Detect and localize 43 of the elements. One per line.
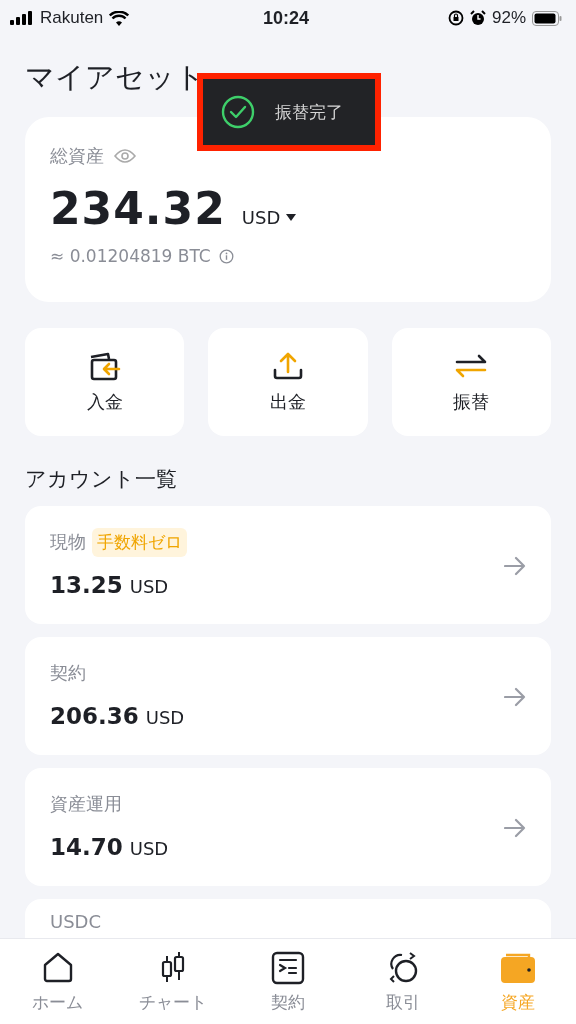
currency-label: USD xyxy=(145,707,185,728)
section-heading: アカウント一覧 xyxy=(25,466,178,493)
currency-label: USD xyxy=(129,576,169,597)
right-arrow-icon[interactable] xyxy=(504,556,526,576)
account-name: USDC xyxy=(50,910,102,932)
transfer-button[interactable]: 振替 xyxy=(391,328,551,436)
battery-percent: 92% xyxy=(492,8,526,28)
account-balance: 14.70 xyxy=(50,834,123,860)
currency-selector[interactable]: USD xyxy=(241,207,297,228)
wallet-icon xyxy=(501,951,536,985)
upload-icon xyxy=(271,350,305,382)
account-card[interactable]: 現物 手数料ゼロ 13.25 USD xyxy=(25,506,551,624)
clock-time: 10:24 xyxy=(263,7,310,29)
account-name: 契約 xyxy=(50,661,86,685)
info-icon[interactable] xyxy=(218,248,234,264)
total-amount: 234.32 xyxy=(50,183,226,234)
total-assets-label: 総資産 xyxy=(50,144,104,168)
currency-label: USD xyxy=(129,838,169,859)
eye-icon[interactable] xyxy=(114,148,136,164)
account-name: 現物 xyxy=(50,530,86,554)
carrier-name: Rakuten xyxy=(40,8,104,28)
wifi-icon xyxy=(109,10,130,26)
account-name: 資産運用 xyxy=(50,792,122,816)
account-balance: 206.36 xyxy=(50,703,139,729)
deposit-button[interactable]: 入金 xyxy=(25,328,185,436)
fee-tag: 手数料ゼロ xyxy=(92,527,187,557)
rotation-lock-icon xyxy=(448,10,464,26)
right-arrow-icon[interactable] xyxy=(504,687,526,707)
account-card[interactable]: 契約 206.36 USD xyxy=(25,637,551,755)
account-card[interactable]: 資産運用 14.70 USD xyxy=(25,768,551,886)
check-circle-icon xyxy=(221,95,255,129)
signal-icon xyxy=(10,11,34,25)
account-balance: 13.25 xyxy=(50,572,123,598)
terminal-icon xyxy=(271,951,305,985)
caret-icon xyxy=(286,214,297,221)
toast-message: 振替完了 xyxy=(275,100,343,124)
withdraw-button[interactable]: 出金 xyxy=(208,328,368,436)
btc-equivalent: ≈ 0.01204819 BTC xyxy=(50,246,211,266)
alarm-icon xyxy=(470,10,486,26)
nav-tab[interactable]: 取引 xyxy=(345,939,461,1024)
page-title: マイアセット xyxy=(25,59,206,96)
right-arrow-icon[interactable] xyxy=(504,818,526,838)
battery-icon xyxy=(532,10,562,26)
